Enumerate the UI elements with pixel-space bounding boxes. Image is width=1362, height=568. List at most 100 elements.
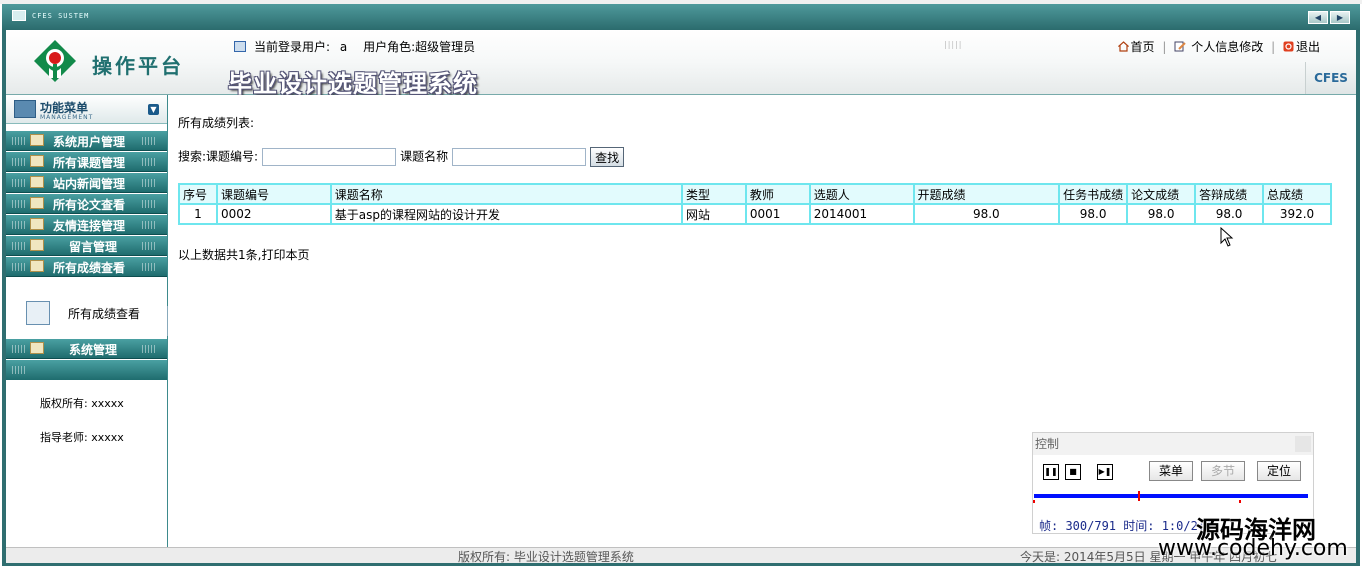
sidebar-subitem-label: 所有成绩查看 xyxy=(68,307,141,321)
column-header: 答辩成绩 xyxy=(1194,183,1265,205)
system-title: 毕业设计选题管理系统 xyxy=(228,69,478,98)
sidebar-subitem-all-grades[interactable]: 所有成绩查看 xyxy=(6,293,167,335)
home-link[interactable]: 首页 xyxy=(1131,40,1155,54)
column-header: 总成绩 xyxy=(1262,183,1332,205)
table-cell: 98.0 xyxy=(1126,203,1197,225)
logout-link[interactable]: 退出 xyxy=(1296,40,1320,54)
sidebar-item-news[interactable]: 站内新闻管理 xyxy=(6,173,167,193)
grades-table: 序号 课题编号 课题名称 类型 教师 选题人 开题成绩 任务书成绩 论文成绩 答… xyxy=(178,183,1332,225)
scroll-right-button[interactable]: ▶ xyxy=(1330,11,1350,24)
column-header: 课题名称 xyxy=(329,183,683,205)
menu-book-icon xyxy=(14,100,36,118)
sidebar-footer-bar xyxy=(6,360,167,380)
table-cell: 2014001 xyxy=(808,203,915,225)
sidebar-item-grades[interactable]: 所有成绩查看 xyxy=(6,257,167,277)
sidebar: 功能菜单 MANAGEMENT ▼ 系统用户管理 所有课题管理 站内新闻管理 所… xyxy=(6,95,168,562)
grade-report-icon xyxy=(26,301,50,325)
mouse-pointer-icon xyxy=(1220,227,1234,247)
recorder-menu-button[interactable]: 菜单 xyxy=(1149,461,1193,481)
note-icon xyxy=(30,176,44,188)
sidebar-item-label: 系统用户管理 xyxy=(53,135,126,149)
column-header: 论文成绩 xyxy=(1126,183,1197,205)
login-info: 当前登录用户: a 用户角色:超级管理员 xyxy=(234,38,475,55)
pause-icon[interactable]: ❚❚ xyxy=(1043,464,1059,480)
sidebar-subtitle: MANAGEMENT xyxy=(40,114,94,121)
sidebar-item-papers[interactable]: 所有论文查看 xyxy=(6,194,167,214)
table-row[interactable]: 1 0002 基于asp的课程网站的设计开发 网站 0001 2014001 9… xyxy=(178,203,1332,225)
stop-icon[interactable]: ■ xyxy=(1065,464,1081,480)
collapse-menu-button[interactable]: ▼ xyxy=(148,104,159,115)
sidebar-advisor: 指导老师: xxxxx xyxy=(40,431,124,444)
table-cell: 98.0 xyxy=(1058,203,1129,225)
header-grip: ||||| xyxy=(944,40,963,49)
topic-code-input[interactable] xyxy=(262,148,397,166)
sidebar-item-label: 所有成绩查看 xyxy=(53,261,126,275)
next-frame-icon[interactable]: ▶❚ xyxy=(1097,464,1113,480)
window-titlebar: CFES SUSTEM ◀ ▶ xyxy=(2,4,1360,30)
sidebar-item-label: 系统管理 xyxy=(69,343,118,357)
search-bar: 搜索:课题编号: 课题名称 查找 xyxy=(178,147,625,167)
column-header: 课题编号 xyxy=(215,183,332,205)
column-header: 任务书成绩 xyxy=(1058,183,1129,205)
note-icon xyxy=(30,218,44,230)
edit-profile-icon xyxy=(1174,41,1186,52)
sidebar-item-topics[interactable]: 所有课题管理 xyxy=(6,152,167,172)
sidebar-item-label: 站内新闻管理 xyxy=(53,177,126,191)
recorder-progress-marker[interactable] xyxy=(1138,491,1140,501)
note-icon xyxy=(30,134,44,146)
note-icon xyxy=(30,239,44,251)
note-icon xyxy=(30,155,44,167)
sidebar-item-label: 留言管理 xyxy=(69,240,118,254)
table-cell: 网站 xyxy=(680,203,747,225)
sidebar-item-system[interactable]: 系统管理 xyxy=(6,339,167,359)
sidebar-header: 功能菜单 MANAGEMENT ▼ xyxy=(6,95,167,124)
recorder-chapter-button[interactable]: 多节 xyxy=(1201,461,1245,481)
role-label: 用户角色: xyxy=(363,40,416,54)
sidebar-item-label: 友情连接管理 xyxy=(53,219,126,233)
status-bar: 版权所有: 毕业设计选题管理系统 今天是: 2014年5月5日 星期一 甲午年 … xyxy=(6,547,1356,564)
sidebar-item-messages[interactable]: 留言管理 xyxy=(6,236,167,256)
table-cell: 0001 xyxy=(744,203,811,225)
sidebar-item-label: 所有课题管理 xyxy=(53,156,126,170)
current-user-label: 当前登录用户: xyxy=(254,40,331,54)
logout-icon xyxy=(1283,41,1294,52)
sidebar-item-links[interactable]: 友情连接管理 xyxy=(6,215,167,235)
table-cell: 98.0 xyxy=(912,203,1061,225)
recorder-chapter-marker xyxy=(1033,500,1035,503)
platform-name: 操作平台 xyxy=(92,54,184,78)
home-icon xyxy=(1116,41,1130,52)
header-links: 首页 | 个人信息修改 | 退出 xyxy=(1116,38,1320,55)
profile-link[interactable]: 个人信息修改 xyxy=(1191,40,1263,54)
table-summary[interactable]: 以上数据共1条,打印本页 xyxy=(178,246,309,263)
column-header: 开题成绩 xyxy=(912,183,1061,205)
recorder-locate-button[interactable]: 定位 xyxy=(1257,461,1301,481)
document-icon xyxy=(234,41,246,52)
topic-name-input[interactable] xyxy=(452,148,587,166)
column-header: 选题人 xyxy=(808,183,915,205)
sidebar-item-label: 所有论文查看 xyxy=(53,198,126,212)
table-cell: 基于asp的课程网站的设计开发 xyxy=(329,203,683,225)
status-copyright: 版权所有: 毕业设计选题管理系统 xyxy=(458,550,634,564)
recorder-progress-bar[interactable] xyxy=(1034,494,1308,498)
bank-logo-icon xyxy=(34,40,76,82)
recorder-status: 帧: 300/791 时间: 1:0/2:4 xyxy=(1039,519,1213,533)
sidebar-copyright: 版权所有: xxxxx xyxy=(40,397,124,410)
search-button[interactable]: 查找 xyxy=(590,147,625,167)
recorder-close-button[interactable] xyxy=(1295,436,1311,452)
sidebar-item-users[interactable]: 系统用户管理 xyxy=(6,131,167,151)
recorder-title: 控制 xyxy=(1035,437,1060,451)
recorder-title-bar: 控制 xyxy=(1033,433,1313,455)
role-value: 超级管理员 xyxy=(415,40,476,54)
note-icon xyxy=(30,342,44,354)
note-icon xyxy=(30,197,44,209)
page-header: 操作平台 当前登录用户: a 用户角色:超级管理员 ||||| 首页 | 个人信… xyxy=(6,30,1356,98)
table-header-row: 序号 课题编号 课题名称 类型 教师 选题人 开题成绩 任务书成绩 论文成绩 答… xyxy=(178,183,1332,205)
table-cell: 1 xyxy=(178,203,218,225)
note-icon xyxy=(30,260,44,272)
recorder-chapter-marker xyxy=(1239,500,1241,503)
search-code-label: 搜索:课题编号: xyxy=(178,149,259,164)
current-user: a xyxy=(339,40,348,54)
column-header: 教师 xyxy=(744,183,811,205)
scroll-left-button[interactable]: ◀ xyxy=(1308,11,1328,24)
cfes-badge: CFES xyxy=(1305,62,1356,94)
